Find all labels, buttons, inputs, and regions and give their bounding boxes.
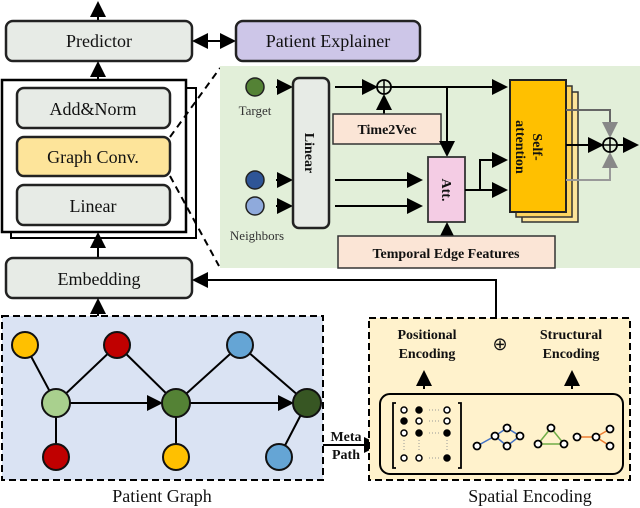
explainer-label: Patient Explainer: [266, 31, 390, 51]
graph-node: [103, 331, 131, 359]
detail-linear-block: Linear: [291, 76, 331, 230]
linear-block: Linear: [15, 183, 172, 227]
graph-node: [265, 443, 293, 471]
graph-node: [226, 331, 254, 359]
predictor-label: Predictor: [66, 31, 132, 51]
meta-path-label-1: Meta: [330, 430, 361, 445]
temporal-edge-features-block: Temporal Edge Features: [337, 235, 556, 269]
graph-conv-label: Graph Conv.: [47, 147, 139, 167]
attention-block: Att.: [427, 156, 466, 223]
spatial-to-embedding-arrow: [192, 272, 497, 318]
concat-operator: ⊕: [492, 334, 507, 354]
spatial-encoding-label: Spatial Encoding: [468, 486, 591, 506]
graph-node: [11, 331, 39, 359]
add-norm-block: Add&Norm: [15, 86, 172, 130]
detail-linear-label: Linear: [301, 133, 316, 173]
positional-encoding-label-2: Encoding: [399, 347, 456, 362]
graph-node: [292, 388, 322, 418]
neighbors-label: Neighbors: [230, 228, 284, 243]
target-node: [245, 77, 265, 97]
time2vec-block: Time2Vec: [332, 113, 442, 145]
patient-explainer-block: Patient Explainer: [234, 19, 422, 63]
graph-node: [161, 388, 191, 418]
self-attention-label-1: Self-: [529, 133, 544, 161]
graph-node: [162, 443, 190, 471]
graph-node: [42, 443, 70, 471]
embedding-block: Embedding: [4, 256, 194, 300]
linear-label: Linear: [70, 196, 117, 216]
target-label: Target: [239, 103, 272, 118]
meta-path-label-2: Path: [332, 448, 360, 463]
neighbor-node-2: [245, 196, 265, 216]
embedding-label: Embedding: [58, 269, 141, 289]
add-operator-icon: [376, 79, 392, 95]
add-operator-icon: [602, 137, 618, 153]
patient-graph-label: Patient Graph: [112, 486, 211, 506]
temporal-edge-label: Temporal Edge Features: [373, 247, 521, 262]
neighbor-node-1: [245, 170, 265, 190]
graph-conv-block: Graph Conv.: [15, 135, 172, 178]
positional-encoding-label-1: Positional: [397, 328, 456, 343]
attention-label: Att.: [438, 179, 453, 202]
time2vec-label: Time2Vec: [357, 123, 416, 138]
graph-node: [41, 388, 71, 418]
predictor-block: Predictor: [4, 19, 194, 63]
self-attention-block: Self- attention: [509, 79, 579, 223]
architecture-diagram: Predictor Patient Explainer Add&Norm Gra…: [0, 1, 640, 506]
add-norm-label: Add&Norm: [50, 99, 137, 119]
structural-encoding-label-2: Encoding: [543, 347, 600, 362]
self-attention-label-2: attention: [512, 120, 527, 174]
structural-encoding-label-1: Structural: [540, 328, 602, 343]
